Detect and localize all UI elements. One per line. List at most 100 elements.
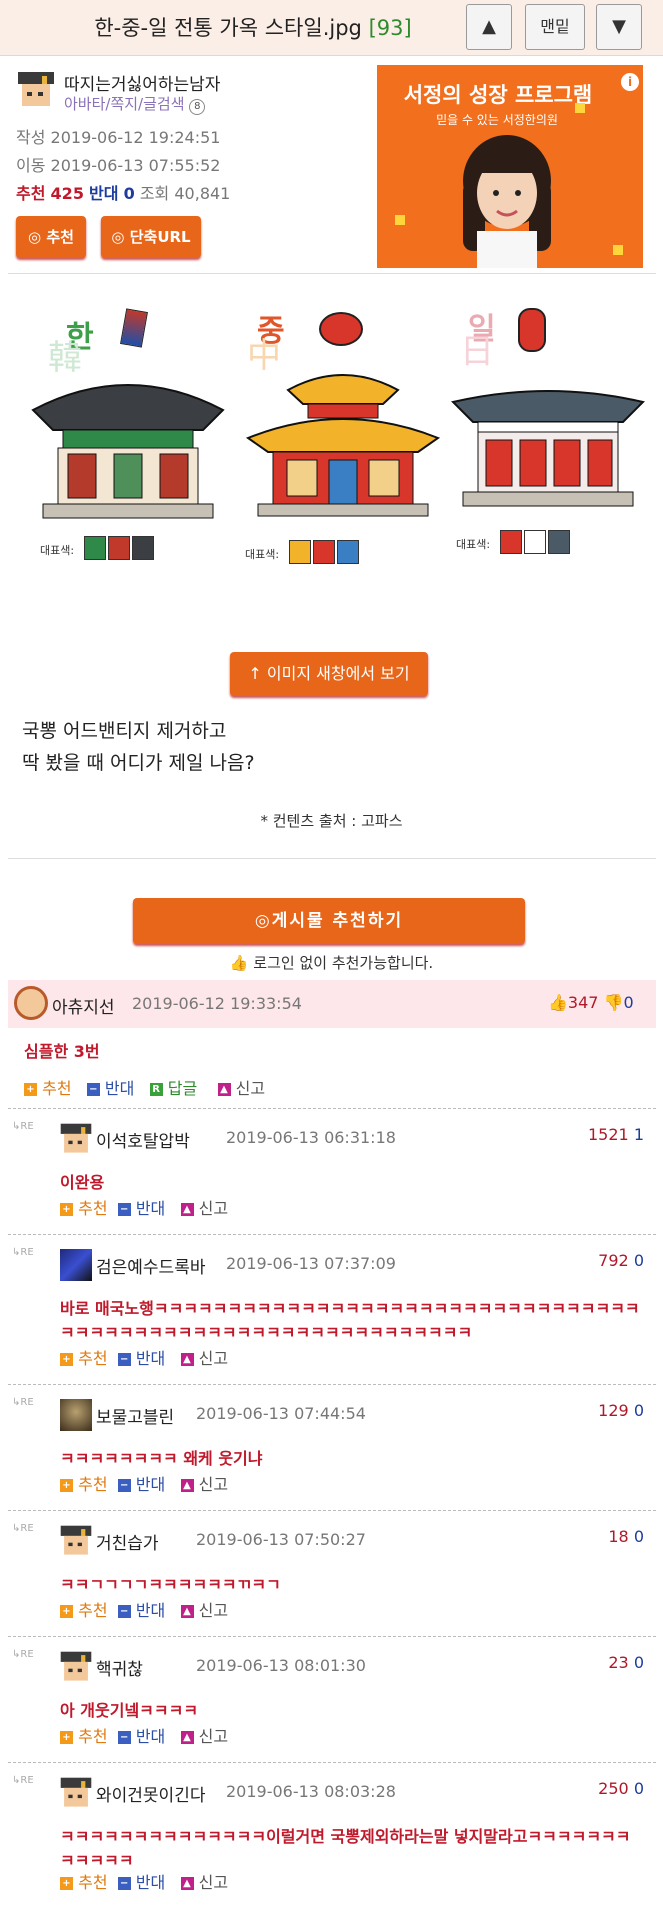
reply-item: ↳RE 이석호탈압박 2019-06-13 06:31:18 1521 1 이완용 + 추… — [8, 1108, 656, 1234]
reply-author-name[interactable]: 이석호탈압박 — [96, 1127, 190, 1152]
reply-text: 바로 매국노행ㅋㅋㅋㅋㅋㅋㅋㅋㅋㅋㅋㅋㅋㅋㅋㅋㅋㅋㅋㅋㅋㅋㅋㅋㅋㅋㅋㅋㅋㅋㅋㅋㅋ… — [60, 1299, 640, 1342]
reply-icon: R — [149, 1083, 163, 1096]
reply-author-name[interactable]: 보물고블린 — [96, 1403, 174, 1428]
minus-icon: − — [86, 1083, 100, 1096]
plus-icon: + — [60, 1203, 73, 1216]
reply-author-name[interactable]: 검은예수드록바 — [96, 1253, 205, 1278]
color-swatch — [313, 540, 335, 564]
reply-score: 1521 1 — [588, 1125, 644, 1144]
post-title-text: 한-중-일 전통 가옥 스타일.jpg — [94, 16, 362, 40]
reply-actions: + 추천 − 반대 ▲ 신고 — [60, 1345, 228, 1369]
view-image-new-window-button[interactable]: ↑ 이미지 새창에서 보기 — [230, 652, 428, 696]
commenter-name[interactable]: 아츄지선 — [52, 993, 115, 1018]
author-links[interactable]: 아바타/쪽지/글검색 8 — [64, 93, 206, 115]
comment-count[interactable]: [93] — [369, 16, 412, 40]
oppose-action[interactable]: − 반대 — [86, 1079, 134, 1098]
author-links-text[interactable]: 아바타/쪽지/글검색 — [64, 95, 185, 113]
link-icon: ◎ — [111, 228, 125, 246]
reply-item: ↳RE 와이건못이긴다 2019-06-13 08:03:28 250 0 ㅋㅋㅋㅋㅋㅋ… — [8, 1762, 656, 1908]
reply-author-name[interactable]: 거친습가 — [96, 1529, 159, 1554]
report-action[interactable]: ▲ 신고 — [180, 1199, 228, 1218]
post-recommend-button[interactable]: ◎게시물 추천하기 — [133, 898, 525, 944]
minus-icon: − — [117, 1877, 131, 1890]
post-title-bar: 한-중-일 전통 가옥 스타일.jpg [93] ▲ 맨밑 ▼ — [0, 0, 663, 56]
oppose-action[interactable]: − 반대 — [117, 1199, 165, 1218]
author-name[interactable]: 따지는거싫어하는남자 — [64, 70, 220, 95]
reply-indicator-icon: ↳RE — [12, 1649, 34, 1660]
reply-avatar[interactable] — [59, 1524, 93, 1558]
recommend-action[interactable]: + 추천 — [24, 1079, 72, 1098]
minus-icon: − — [117, 1353, 131, 1366]
post-title: 한-중-일 전통 가옥 스타일.jpg [93] — [18, 10, 488, 46]
color-swatch — [84, 536, 106, 560]
oppose-action[interactable]: − 반대 — [117, 1873, 165, 1892]
reply-author-name[interactable]: 와이건못이긴다 — [96, 1781, 205, 1806]
scroll-bottom-button[interactable]: 맨밑 — [525, 4, 585, 50]
plus-icon: + — [60, 1605, 73, 1618]
report-icon: ▲ — [180, 1203, 194, 1216]
reply-indicator-icon: ↳RE — [12, 1247, 34, 1258]
post-image[interactable]: 한 韓 대표색: 중 中 대표색: 일 日 대표색: — [8, 280, 656, 610]
recommend-action[interactable]: + 추천 — [60, 1349, 108, 1368]
reply-author-name[interactable]: 핵귀찮 — [96, 1655, 143, 1680]
recommend-button[interactable]: ◎ 추천 — [16, 216, 86, 258]
scroll-down-button[interactable]: ▼ — [596, 4, 642, 50]
plus-icon: + — [24, 1083, 37, 1096]
post-stats: 추천 425 반대 0 조회 40,841 — [16, 184, 231, 203]
ad-decoration — [613, 245, 623, 255]
reply-avatar[interactable] — [60, 1249, 92, 1281]
reply-text: ㅋㅋㄱㄱㄱㄱㅋㅋㅋㅋㅋㅋㄲㅋㄱ — [60, 1575, 281, 1594]
login-note: 👍 로그인 없이 추천가능합니다. — [229, 954, 434, 972]
scroll-up-button[interactable]: ▲ — [466, 4, 512, 50]
thumbs-down-icon: 👎 — [603, 993, 624, 1012]
oppose-action[interactable]: − 반대 — [117, 1727, 165, 1746]
color-swatch — [132, 536, 154, 560]
color-swatch — [108, 536, 130, 560]
reply-score: 23 0 — [608, 1653, 644, 1672]
reply-indicator-icon: ↳RE — [12, 1523, 34, 1534]
color-swatch — [524, 530, 546, 554]
divider — [8, 273, 656, 274]
author-avatar[interactable] — [16, 70, 56, 110]
recommend-action[interactable]: + 추천 — [60, 1727, 108, 1746]
report-icon: ▲ — [180, 1479, 194, 1492]
report-action[interactable]: ▲ 신고 — [180, 1727, 228, 1746]
report-action[interactable]: ▲ 신고 — [180, 1475, 228, 1494]
ad-info-icon[interactable]: i — [621, 73, 639, 91]
report-action[interactable]: ▲ 신고 — [180, 1873, 228, 1892]
reply-indicator-icon: ↳RE — [12, 1775, 34, 1786]
report-icon: ▲ — [180, 1731, 194, 1744]
reply-avatar[interactable] — [59, 1122, 93, 1156]
recommend-action[interactable]: + 추천 — [60, 1475, 108, 1494]
japanese-house-drawing — [451, 390, 645, 507]
ad-girl-photo — [463, 135, 551, 268]
comment-actions: + 추천 − 반대 R 답글 ▲ 신고 — [24, 1075, 265, 1099]
comment-text: 심플한 3번 — [24, 1042, 100, 1061]
reply-action[interactable]: R 답글 — [149, 1079, 197, 1098]
recommend-action[interactable]: + 추천 — [60, 1199, 108, 1218]
ad-decoration — [575, 103, 585, 113]
thumbs-up-icon: 👍 — [229, 954, 249, 972]
minus-icon: − — [117, 1203, 131, 1216]
commenter-avatar[interactable] — [14, 986, 48, 1020]
report-action[interactable]: ▲ 신고 — [180, 1601, 228, 1620]
reply-item: ↳RE 거친습가 2019-06-13 07:50:27 18 0 ㅋㅋㄱㄱㄱㄱㅋㅋㅋㅋ… — [8, 1510, 656, 1636]
reply-indicator-icon: ↳RE — [12, 1121, 34, 1132]
comment-votes: 👍347 👎0 — [548, 993, 634, 1012]
reply-avatar[interactable] — [60, 1399, 92, 1431]
report-icon: ▲ — [180, 1605, 194, 1618]
oppose-action[interactable]: − 반대 — [117, 1349, 165, 1368]
oppose-action[interactable]: − 반대 — [117, 1475, 165, 1494]
comment-header: 아츄지선 2019-06-12 19:33:54 👍347 👎0 — [8, 980, 656, 1028]
content-source: * 컨텐츠 출처 : 고파스 — [260, 812, 403, 830]
china-swatch-label: 대표색: — [245, 548, 280, 561]
oppose-action[interactable]: − 반대 — [117, 1601, 165, 1620]
report-action[interactable]: ▲ 신고 — [180, 1349, 228, 1368]
report-action[interactable]: ▲ 신고 — [217, 1079, 265, 1098]
ad-banner[interactable]: 서정의 성장 프로그램 믿을 수 있는 서정한의원 i — [377, 65, 643, 268]
short-url-button[interactable]: ◎ 단축URL — [101, 216, 201, 258]
reply-avatar[interactable] — [59, 1650, 93, 1684]
reply-avatar[interactable] — [59, 1776, 93, 1810]
recommend-action[interactable]: + 추천 — [60, 1873, 108, 1892]
recommend-action[interactable]: + 추천 — [60, 1601, 108, 1620]
